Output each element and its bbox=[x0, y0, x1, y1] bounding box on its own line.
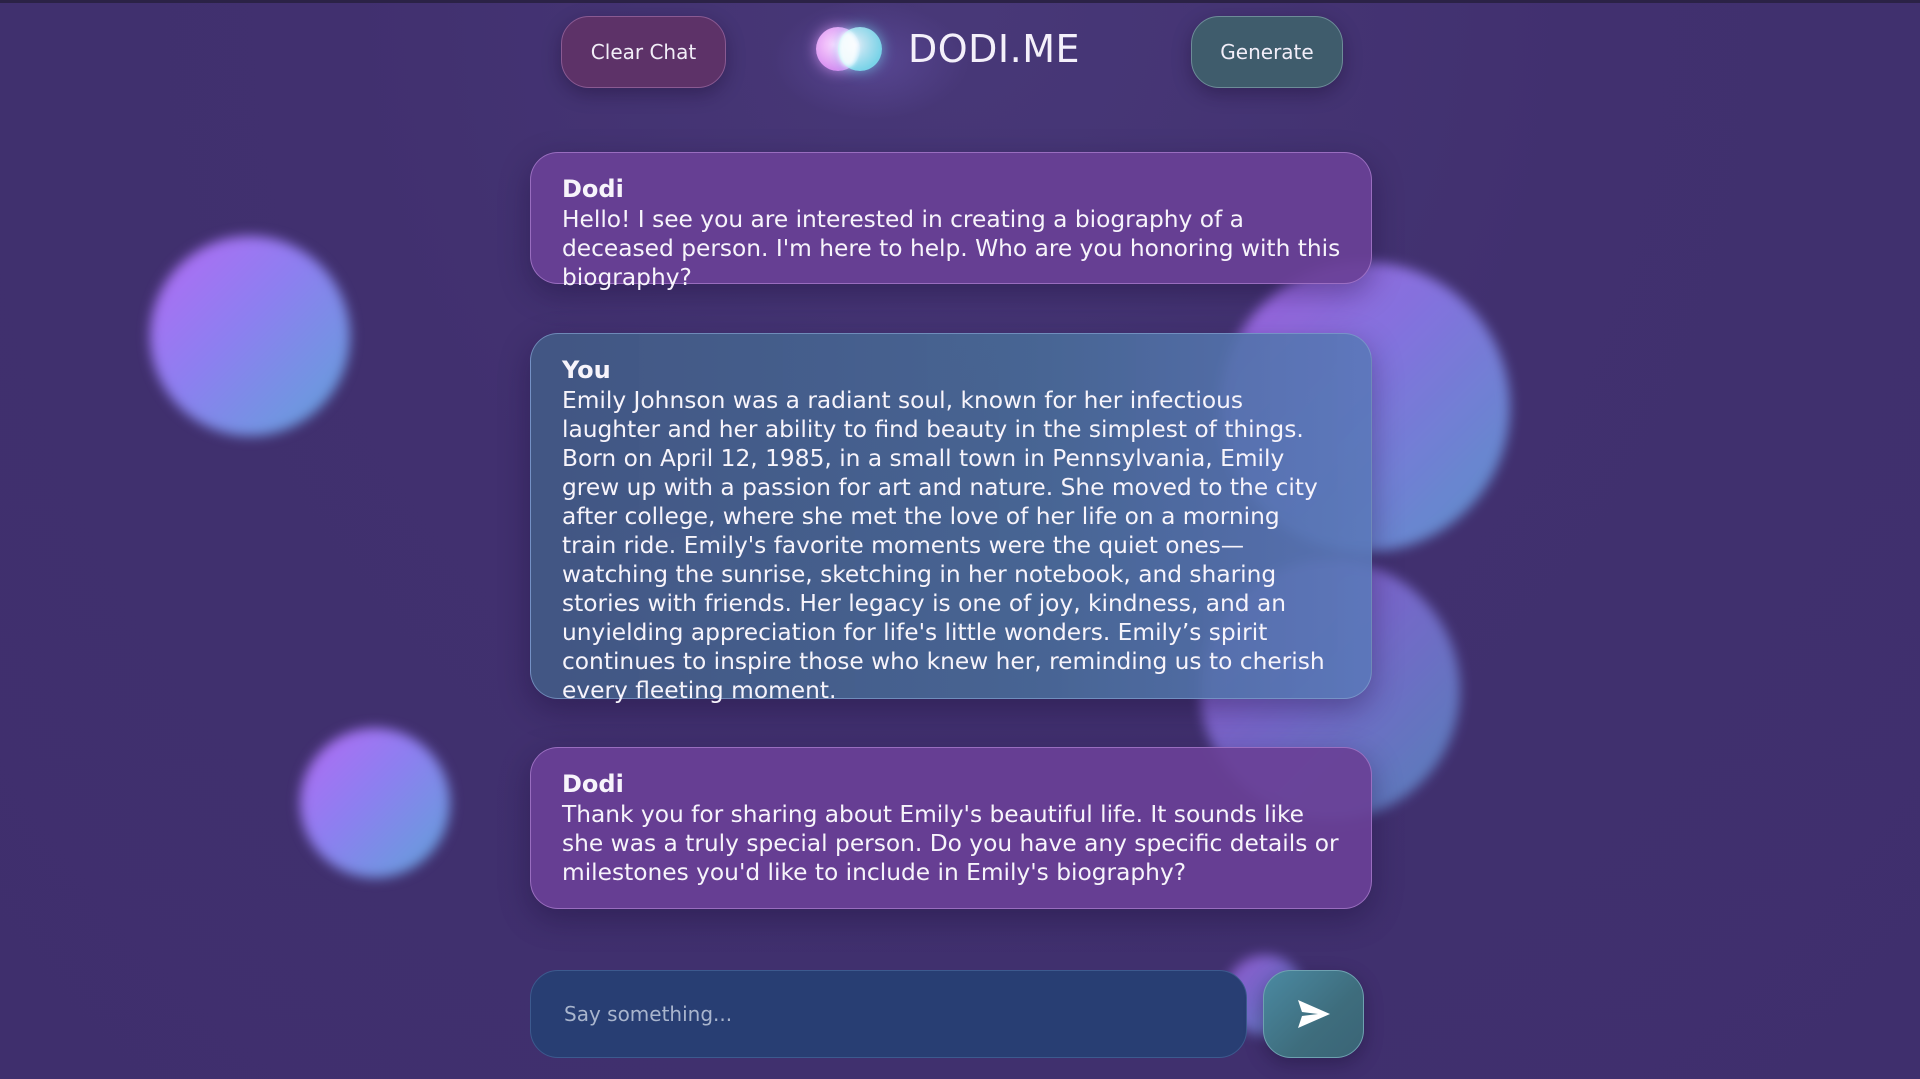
message-text: Emily Johnson was a radiant soul, known … bbox=[562, 387, 1325, 704]
decorative-orb bbox=[300, 728, 450, 878]
message-input-container[interactable] bbox=[530, 970, 1247, 1058]
generate-button[interactable]: Generate bbox=[1191, 16, 1343, 88]
brand-name: DODI.ME bbox=[908, 27, 1081, 71]
brand-logo: DODI.ME bbox=[814, 22, 1080, 76]
message-author: Dodi bbox=[562, 770, 624, 798]
generate-label: Generate bbox=[1220, 40, 1314, 64]
decorative-orb bbox=[150, 236, 350, 436]
clear-chat-button[interactable]: Clear Chat bbox=[561, 16, 726, 88]
send-button[interactable] bbox=[1263, 970, 1364, 1058]
message-input[interactable] bbox=[562, 1001, 1206, 1027]
dodi-logo-icon bbox=[814, 23, 886, 75]
message-text: Hello! I see you are interested in creat… bbox=[562, 206, 1341, 291]
chat-message-bot: Dodi Hello! I see you are interested in … bbox=[530, 152, 1372, 291]
message-author: Dodi bbox=[562, 175, 624, 203]
chat-message-bot: Dodi Thank you for sharing about Emily's… bbox=[530, 747, 1372, 909]
clear-chat-label: Clear Chat bbox=[590, 40, 697, 64]
message-author: You bbox=[562, 356, 611, 384]
chat-message-user: You Emily Johnson was a radiant soul, kn… bbox=[530, 333, 1372, 704]
app-background: Clear Chat DODI.ME Generate Dodi Hello! … bbox=[0, 0, 1920, 1079]
send-icon bbox=[1297, 1000, 1330, 1028]
message-text: Thank you for sharing about Emily's beau… bbox=[562, 801, 1339, 886]
